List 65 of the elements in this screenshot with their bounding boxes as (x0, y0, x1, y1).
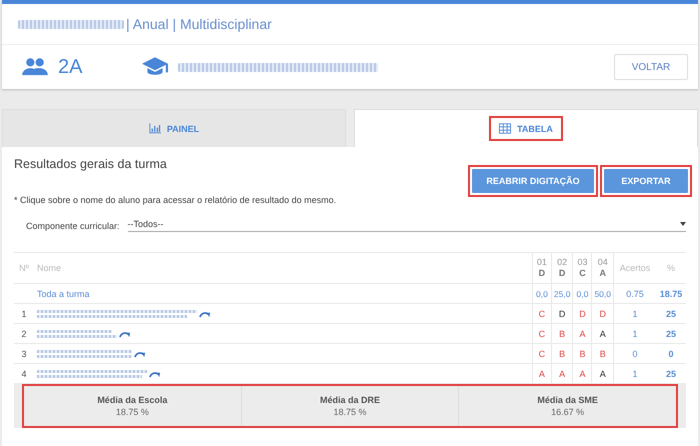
curved-arrow-icon (199, 310, 211, 318)
caret-icon (680, 222, 686, 226)
average-value: 18.75 % (116, 407, 149, 417)
graduation-cap-icon (142, 56, 168, 78)
answer-cell: B (592, 344, 614, 364)
table-cell: 0 (656, 344, 686, 364)
curricular-component-select[interactable]: --Todos-- (128, 219, 686, 232)
hint-text: * Clique sobre o nome do aluno para acessar o relatório de resultado do mesmo. (14, 195, 338, 205)
answer-cell: C (532, 304, 552, 324)
answer-cell: D (551, 304, 573, 324)
table-cell: 50,0 (592, 284, 614, 304)
table-cell: 1 (614, 324, 656, 344)
redacted-name[interactable] (37, 310, 197, 318)
answer-cell: B (551, 344, 573, 364)
answer-cell: C (532, 344, 552, 364)
average-label: Média da DRE (320, 395, 380, 405)
table-cell: 1 (614, 304, 656, 324)
answer-cell: C (532, 324, 552, 344)
table-cell: 25 (656, 324, 686, 344)
section-title: Resultados gerais da turma (14, 157, 167, 173)
column-header: Nome (34, 252, 532, 284)
bar-chart-icon (148, 123, 161, 134)
page-title: | Anual | Multidisciplinar (126, 16, 272, 32)
class-name: 2A (58, 56, 82, 78)
answer-cell: A (572, 324, 592, 344)
table-cell: 0,0 (532, 284, 552, 304)
table-cell: 0,0 (572, 284, 592, 304)
answer-cell: D (592, 304, 614, 324)
table-cell: 25 (656, 304, 686, 324)
column-header: Nº (14, 252, 34, 284)
class-link[interactable]: Toda a turma (34, 284, 532, 304)
curved-arrow-icon (119, 330, 131, 338)
redacted-name[interactable] (37, 330, 117, 338)
answer-cell: D (572, 304, 592, 324)
action-button[interactable]: REABRIR DIGITAÇÃO (472, 169, 594, 193)
column-header: 01 D (532, 252, 552, 284)
back-button[interactable]: VOLTAR (614, 54, 688, 80)
answer-cell: A (592, 324, 614, 344)
tab[interactable]: TABELA (354, 109, 698, 147)
average-value: 18.75 % (333, 407, 367, 417)
column-header: 03 C (572, 252, 592, 284)
table-cell: 3 (14, 344, 34, 364)
action-button[interactable]: EXPORTAR (604, 169, 688, 193)
average-label: Média da SME (537, 395, 598, 405)
answer-cell: B (572, 344, 592, 364)
curved-arrow-icon (134, 350, 146, 358)
answer-cell: B (551, 324, 573, 344)
tab[interactable]: PAINEL (2, 109, 346, 147)
column-header: % (656, 252, 686, 284)
filter-label: Componente curricular: (26, 220, 120, 230)
column-header: Acertos (614, 252, 656, 284)
curved-arrow-icon (149, 370, 161, 378)
column-header: 04 A (592, 252, 614, 284)
table-icon (499, 123, 512, 134)
redacted-name[interactable] (37, 370, 147, 378)
average-label: Média da Escola (97, 395, 168, 405)
column-header: 02 D (551, 252, 573, 284)
table-cell: 18.75 (656, 284, 686, 304)
table-cell: 0.75 (614, 284, 656, 304)
average-value: 16.67 % (551, 407, 584, 417)
table-cell: 25,0 (551, 284, 573, 304)
redacted-name[interactable] (37, 350, 132, 358)
table-cell: 1 (14, 304, 34, 324)
table-cell: 2 (14, 324, 34, 344)
table-cell: 0 (614, 344, 656, 364)
